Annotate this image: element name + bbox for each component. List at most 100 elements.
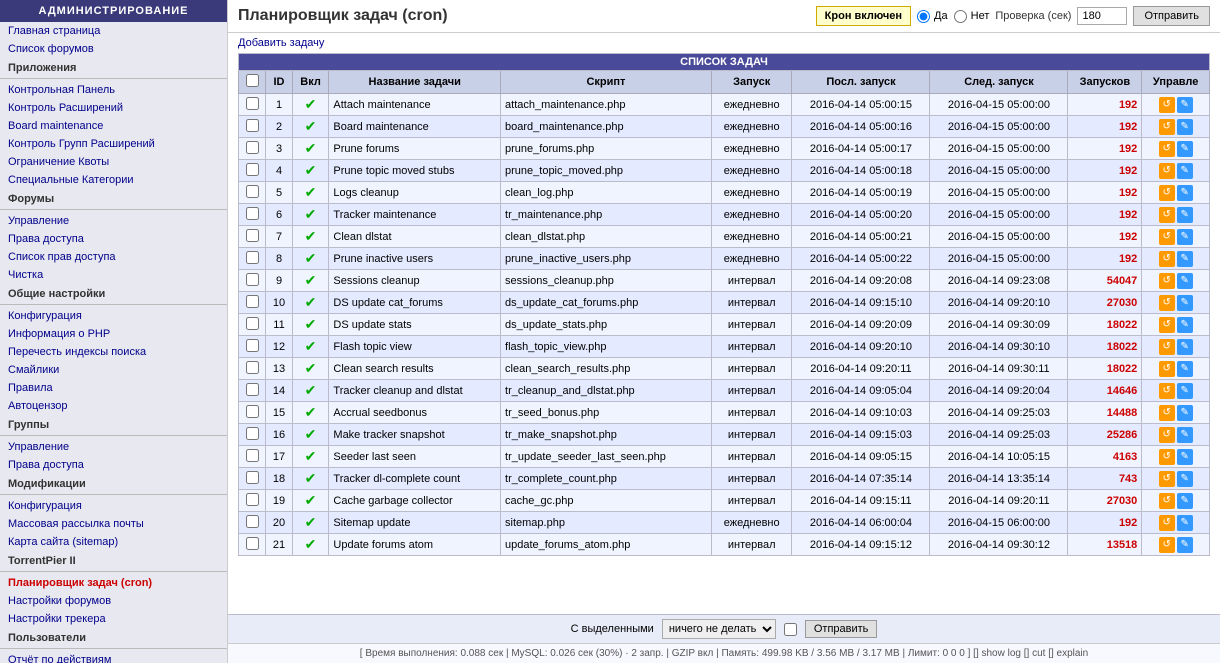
row-edit-button[interactable]: ✎ [1177,207,1193,223]
row-refresh-button[interactable]: ↺ [1159,295,1175,311]
row-refresh-button[interactable]: ↺ [1159,163,1175,179]
row-checkbox[interactable] [246,229,259,242]
row-refresh-button[interactable]: ↺ [1159,339,1175,355]
action-select[interactable]: ничего не делать [662,619,776,639]
row-checkbox[interactable] [246,361,259,374]
row-refresh-button[interactable]: ↺ [1159,119,1175,135]
sidebar-item-права-доступа[interactable]: Права доступа [0,230,227,248]
row-checkbox[interactable] [246,273,259,286]
cron-no-radio[interactable] [954,10,967,23]
sidebar-item-контроль-групп-расширений[interactable]: Контроль Групп Расширений [0,135,227,153]
row-refresh-button[interactable]: ↺ [1159,229,1175,245]
sidebar-item-смайлики[interactable]: Смайлики [0,361,227,379]
row-checkbox[interactable] [246,163,259,176]
row-edit-button[interactable]: ✎ [1177,163,1193,179]
bottom-send-button[interactable]: Отправить [805,620,878,638]
select-all-checkbox[interactable] [246,74,259,87]
bottom-checkbox[interactable] [784,623,797,636]
row-edit-button[interactable]: ✎ [1177,449,1193,465]
row-checkbox[interactable] [246,317,259,330]
sidebar-item-перечесть-индексы-поиска[interactable]: Перечесть индексы поиска [0,343,227,361]
row-edit-button[interactable]: ✎ [1177,97,1193,113]
row-edit-button[interactable]: ✎ [1177,515,1193,531]
sidebar-item-главная-страница[interactable]: Главная страница [0,22,227,40]
sidebar-item-board-maintenance[interactable]: Board maintenance [0,117,227,135]
sidebar-item-конфигурация[interactable]: Конфигурация [0,497,227,515]
sidebar-item-управление[interactable]: Управление [0,438,227,456]
row-checkbox[interactable] [246,405,259,418]
sidebar-item-планировщик-задач-cron[interactable]: Планировщик задач (cron) [0,574,227,592]
row-edit-button[interactable]: ✎ [1177,317,1193,333]
row-edit-button[interactable]: ✎ [1177,537,1193,553]
row-edit-button[interactable]: ✎ [1177,273,1193,289]
row-refresh-button[interactable]: ↺ [1159,405,1175,421]
row-checkbox[interactable] [246,515,259,528]
sidebar-item-управление[interactable]: Управление [0,212,227,230]
row-checkbox[interactable] [246,537,259,550]
row-refresh-button[interactable]: ↺ [1159,251,1175,267]
row-edit-button[interactable]: ✎ [1177,119,1193,135]
row-checkbox[interactable] [246,449,259,462]
row-checkbox[interactable] [246,493,259,506]
row-edit-button[interactable]: ✎ [1177,493,1193,509]
row-checkbox[interactable] [246,427,259,440]
row-checkbox[interactable] [246,383,259,396]
row-edit-button[interactable]: ✎ [1177,295,1193,311]
row-edit-button[interactable]: ✎ [1177,405,1193,421]
row-checkbox[interactable] [246,251,259,264]
row-edit-button[interactable]: ✎ [1177,185,1193,201]
sidebar-item-автоцензор[interactable]: Автоцензор [0,397,227,415]
add-task-link[interactable]: Добавить задачу [238,37,324,49]
row-refresh-button[interactable]: ↺ [1159,317,1175,333]
row-refresh-button[interactable]: ↺ [1159,141,1175,157]
row-edit-button[interactable]: ✎ [1177,471,1193,487]
sidebar-item-чистка[interactable]: Чистка [0,266,227,284]
row-refresh-button[interactable]: ↺ [1159,537,1175,553]
topbar-send-button[interactable]: Отправить [1133,6,1210,26]
sidebar-item-права-доступа[interactable]: Права доступа [0,456,227,474]
cron-yes-radio[interactable] [917,10,930,23]
row-edit-button[interactable]: ✎ [1177,383,1193,399]
check-input[interactable] [1077,7,1127,25]
row-refresh-button[interactable]: ↺ [1159,471,1175,487]
row-refresh-button[interactable]: ↺ [1159,185,1175,201]
row-checkbox[interactable] [246,97,259,110]
row-refresh-button[interactable]: ↺ [1159,97,1175,113]
row-refresh-button[interactable]: ↺ [1159,493,1175,509]
sidebar-item-правила[interactable]: Правила [0,379,227,397]
row-refresh-button[interactable]: ↺ [1159,449,1175,465]
sidebar-item-список-форумов[interactable]: Список форумов [0,40,227,58]
sidebar-item-конфигурация[interactable]: Конфигурация [0,307,227,325]
row-refresh-button[interactable]: ↺ [1159,427,1175,443]
row-edit-button[interactable]: ✎ [1177,251,1193,267]
row-refresh-button[interactable]: ↺ [1159,273,1175,289]
row-checkbox[interactable] [246,141,259,154]
sidebar-item-контроль-расширений[interactable]: Контроль Расширений [0,99,227,117]
sidebar-item-ограничение-квоты[interactable]: Ограничение Квоты [0,153,227,171]
row-checkbox[interactable] [246,185,259,198]
row-edit-button[interactable]: ✎ [1177,229,1193,245]
sidebar-item-карта-сайта-sitemap[interactable]: Карта сайта (sitemap) [0,533,227,551]
cron-enabled-button[interactable]: Крон включен [816,6,911,26]
row-refresh-button[interactable]: ↺ [1159,361,1175,377]
row-checkbox[interactable] [246,295,259,308]
row-checkbox[interactable] [246,119,259,132]
sidebar-item-контрольная-панель[interactable]: Контрольная Панель [0,81,227,99]
row-checkbox[interactable] [246,207,259,220]
sidebar-item-массовая-рассылка-почты[interactable]: Массовая рассылка почты [0,515,227,533]
row-refresh-button[interactable]: ↺ [1159,515,1175,531]
row-edit-button[interactable]: ✎ [1177,339,1193,355]
row-refresh-button[interactable]: ↺ [1159,207,1175,223]
row-edit-button[interactable]: ✎ [1177,141,1193,157]
row-checkbox[interactable] [246,471,259,484]
sidebar-item-список-прав-доступа[interactable]: Список прав доступа [0,248,227,266]
sidebar-item-специальные-категории[interactable]: Специальные Категории [0,171,227,189]
sidebar-item-отчёт-по-действиям[interactable]: Отчёт по действиям [0,651,227,663]
sidebar-item-настройки-трекера[interactable]: Настройки трекера [0,610,227,628]
sidebar-item-настройки-форумов[interactable]: Настройки форумов [0,592,227,610]
row-checkbox[interactable] [246,339,259,352]
row-refresh-button[interactable]: ↺ [1159,383,1175,399]
row-edit-button[interactable]: ✎ [1177,427,1193,443]
sidebar-item-информация-о-php[interactable]: Информация о PHP [0,325,227,343]
row-edit-button[interactable]: ✎ [1177,361,1193,377]
